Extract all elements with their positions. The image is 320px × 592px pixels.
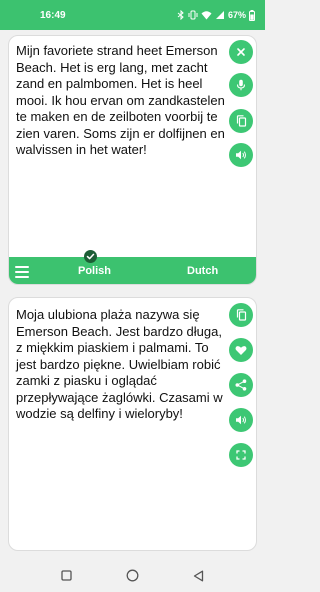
check-icon xyxy=(86,253,95,260)
copy-translation-button[interactable] xyxy=(229,303,253,327)
back-icon xyxy=(193,570,204,581)
speaker-icon xyxy=(236,150,246,160)
home-button[interactable] xyxy=(126,569,140,583)
heart-icon xyxy=(235,345,247,355)
language-bar: Polish Dutch xyxy=(9,257,256,284)
speak-source-button[interactable] xyxy=(229,143,253,167)
microphone-icon xyxy=(236,79,246,91)
status-icons: 67% xyxy=(177,9,255,21)
selected-language-indicator xyxy=(84,250,97,263)
voice-input-button[interactable] xyxy=(229,73,253,97)
copy-icon xyxy=(236,309,246,321)
menu-icon[interactable] xyxy=(15,264,31,280)
translation-panel: Moja ulubiona plaża nazywa się Emerson B… xyxy=(8,297,257,551)
source-panel: Mijn favoriete strand heet Emerson Beach… xyxy=(8,35,257,285)
recents-icon xyxy=(61,570,72,581)
navigation-bar xyxy=(0,559,265,592)
back-button[interactable] xyxy=(192,569,206,583)
favorite-button[interactable] xyxy=(229,338,253,362)
status-time: 16:49 xyxy=(40,9,66,21)
source-language-button[interactable]: Polish xyxy=(78,265,111,277)
vibrate-icon xyxy=(188,10,198,20)
share-button[interactable] xyxy=(229,373,253,397)
speak-translation-button[interactable] xyxy=(229,408,253,432)
copy-icon xyxy=(236,115,246,127)
share-icon xyxy=(235,379,247,391)
fullscreen-icon xyxy=(236,450,246,460)
target-language-button[interactable]: Dutch xyxy=(187,265,218,277)
recents-button[interactable] xyxy=(60,569,74,583)
signal-icon xyxy=(215,11,224,19)
translated-text: Moja ulubiona plaża nazywa się Emerson B… xyxy=(16,307,223,421)
fullscreen-button[interactable] xyxy=(229,443,253,467)
copy-source-button[interactable] xyxy=(229,109,253,133)
speaker-icon xyxy=(236,415,246,425)
wifi-icon xyxy=(201,11,212,20)
battery-percent: 67% xyxy=(227,10,246,20)
clear-button[interactable] xyxy=(229,40,253,64)
status-bar: 16:49 67% xyxy=(0,0,265,30)
home-icon xyxy=(126,569,139,582)
source-text[interactable]: Mijn favoriete strand heet Emerson Beach… xyxy=(16,43,231,159)
close-icon xyxy=(237,48,245,56)
bluetooth-icon xyxy=(177,10,184,20)
battery-icon xyxy=(249,9,255,21)
